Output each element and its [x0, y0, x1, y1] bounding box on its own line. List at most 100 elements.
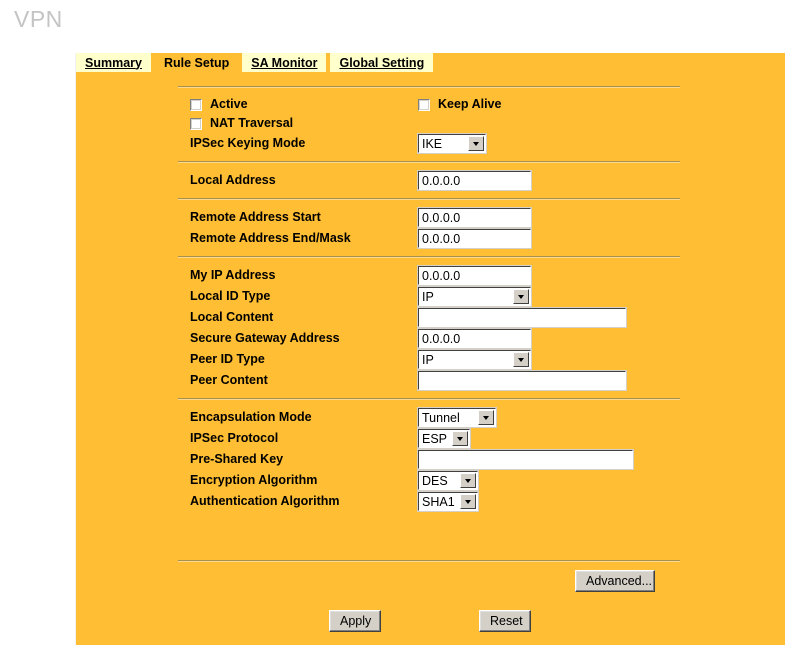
keep-alive-checkbox[interactable] — [418, 98, 430, 111]
chevron-down-icon[interactable] — [513, 288, 529, 304]
row-peer-id-type: Peer ID Type IP — [178, 348, 680, 370]
reset-button[interactable]: Reset — [479, 610, 531, 632]
authentication-algorithm-value: SHA1 — [422, 494, 455, 509]
row-peer-content: Peer Content — [178, 369, 680, 391]
checkbox-nat-cell: NAT Traversal — [178, 116, 293, 131]
peer-content-input[interactable] — [417, 369, 627, 391]
encryption-algorithm-select[interactable]: DES — [417, 469, 479, 491]
ipsec-protocol-select[interactable]: ESP — [417, 427, 471, 449]
peer-id-type-value: IP — [422, 352, 434, 367]
authentication-algorithm-select[interactable]: SHA1 — [417, 490, 479, 512]
group-security: Encapsulation Mode Tunnel IPSec Protocol… — [178, 400, 680, 519]
local-address-input[interactable]: 0.0.0.0 — [417, 169, 532, 191]
peer-id-type-control: IP — [417, 348, 532, 370]
ipsec-protocol-label: IPSec Protocol — [190, 430, 279, 445]
tab-rule-setup[interactable]: Rule Setup — [154, 53, 239, 72]
local-address-label: Local Address — [190, 172, 276, 187]
tab-global-setting-label: Global Setting — [339, 55, 425, 70]
peer-content-control — [417, 369, 627, 391]
row-secure-gateway-address: Secure Gateway Address 0.0.0.0 — [178, 327, 680, 349]
checkbox-active-cell: Active — [178, 97, 418, 112]
encryption-algorithm-value: DES — [422, 473, 448, 488]
remote-address-end-mask-input[interactable]: 0.0.0.0 — [417, 227, 532, 249]
tab-bar: Summary Rule Setup SA Monitor Global Set… — [76, 53, 785, 72]
pre-shared-key-input[interactable] — [417, 448, 634, 470]
ipsec-protocol-value: ESP — [422, 431, 448, 446]
local-content-label: Local Content — [190, 309, 274, 324]
pre-shared-key-control — [417, 448, 634, 470]
local-address-control: 0.0.0.0 — [417, 169, 532, 191]
secure-gateway-address-label: Secure Gateway Address — [190, 330, 340, 345]
remote-address-end-mask-control: 0.0.0.0 — [417, 227, 532, 249]
ipsec-protocol-control: ESP — [417, 427, 471, 449]
tab-summary-label: Summary — [85, 55, 142, 70]
ipsec-keying-mode-control: IKE — [417, 132, 487, 154]
tab-bar-filler — [433, 53, 785, 72]
local-id-type-select[interactable]: IP — [417, 285, 532, 307]
peer-id-type-label: Peer ID Type — [190, 351, 265, 366]
apply-button[interactable]: Apply — [329, 610, 381, 632]
page-title: VPN — [14, 6, 63, 32]
row-remote-address-end-mask: Remote Address End/Mask 0.0.0.0 — [178, 227, 680, 249]
row-active-keepalive: Active Keep Alive — [178, 95, 680, 114]
chevron-down-icon[interactable] — [460, 493, 476, 509]
my-ip-address-label: My IP Address — [190, 267, 276, 282]
ipsec-keying-mode-select[interactable]: IKE — [417, 132, 487, 154]
my-ip-address-input[interactable]: 0.0.0.0 — [417, 264, 532, 286]
group-remote-address: Remote Address Start 0.0.0.0 Remote Addr… — [178, 200, 680, 256]
rule-setup-panel: Active Keep Alive NAT Traversal IPSec Ke… — [76, 72, 785, 645]
row-encryption-algorithm: Encryption Algorithm DES — [178, 469, 680, 491]
row-ipsec-protocol: IPSec Protocol ESP — [178, 427, 680, 449]
my-ip-address-control: 0.0.0.0 — [417, 264, 532, 286]
local-content-input[interactable] — [417, 306, 627, 328]
encryption-algorithm-label: Encryption Algorithm — [190, 472, 318, 487]
local-id-type-value: IP — [422, 289, 434, 304]
row-local-address: Local Address 0.0.0.0 — [178, 169, 680, 191]
advanced-button[interactable]: Advanced... — [575, 570, 655, 592]
chevron-down-icon[interactable] — [513, 351, 529, 367]
peer-content-label: Peer Content — [190, 372, 268, 387]
encapsulation-mode-select[interactable]: Tunnel — [417, 406, 497, 428]
row-ipsec-keying-mode: IPSec Keying Mode IKE — [178, 132, 680, 154]
peer-id-type-select[interactable]: IP — [417, 348, 532, 370]
tab-summary[interactable]: Summary — [76, 53, 151, 72]
chevron-down-icon[interactable] — [452, 430, 468, 446]
encapsulation-mode-value: Tunnel — [422, 410, 460, 425]
nat-traversal-checkbox[interactable] — [190, 117, 202, 130]
checkbox-keepalive-cell: Keep Alive — [418, 97, 501, 112]
pre-shared-key-label: Pre-Shared Key — [190, 451, 284, 466]
tab-sa-monitor[interactable]: SA Monitor — [242, 53, 327, 72]
group-identity: My IP Address 0.0.0.0 Local ID Type IP L… — [178, 258, 680, 398]
remote-address-start-input[interactable]: 0.0.0.0 — [417, 206, 532, 228]
row-nat-traversal: NAT Traversal — [178, 114, 680, 133]
row-local-content: Local Content — [178, 306, 680, 328]
chevron-down-icon[interactable] — [460, 472, 476, 488]
ipsec-keying-mode-label: IPSec Keying Mode — [190, 135, 306, 150]
active-label: Active — [210, 97, 248, 111]
group-local-address: Local Address 0.0.0.0 — [178, 163, 680, 198]
row-encapsulation-mode: Encapsulation Mode Tunnel — [178, 406, 680, 428]
remote-address-start-control: 0.0.0.0 — [417, 206, 532, 228]
tab-rule-setup-label: Rule Setup — [163, 55, 230, 70]
keep-alive-label: Keep Alive — [438, 97, 502, 111]
row-pre-shared-key: Pre-Shared Key — [178, 448, 680, 470]
encapsulation-mode-control: Tunnel — [417, 406, 497, 428]
local-content-control — [417, 306, 627, 328]
row-my-ip-address: My IP Address 0.0.0.0 — [178, 264, 680, 286]
nat-traversal-label: NAT Traversal — [210, 116, 294, 130]
secure-gateway-address-input[interactable]: 0.0.0.0 — [417, 327, 532, 349]
active-checkbox[interactable] — [190, 98, 202, 111]
advanced-button-row: Advanced... — [575, 570, 655, 592]
group-general: Active Keep Alive NAT Traversal IPSec Ke… — [178, 88, 680, 161]
vpn-rule-form: Active Keep Alive NAT Traversal IPSec Ke… — [178, 86, 680, 519]
row-local-id-type: Local ID Type IP — [178, 285, 680, 307]
chevron-down-icon[interactable] — [468, 135, 484, 151]
remote-address-start-label: Remote Address Start — [190, 209, 321, 224]
authentication-algorithm-control: SHA1 — [417, 490, 479, 512]
tab-global-setting[interactable]: Global Setting — [330, 53, 434, 72]
ipsec-keying-mode-value: IKE — [422, 136, 443, 151]
local-id-type-label: Local ID Type — [190, 288, 271, 303]
encapsulation-mode-label: Encapsulation Mode — [190, 409, 312, 424]
chevron-down-icon[interactable] — [478, 409, 494, 425]
row-authentication-algorithm: Authentication Algorithm SHA1 — [178, 490, 680, 512]
